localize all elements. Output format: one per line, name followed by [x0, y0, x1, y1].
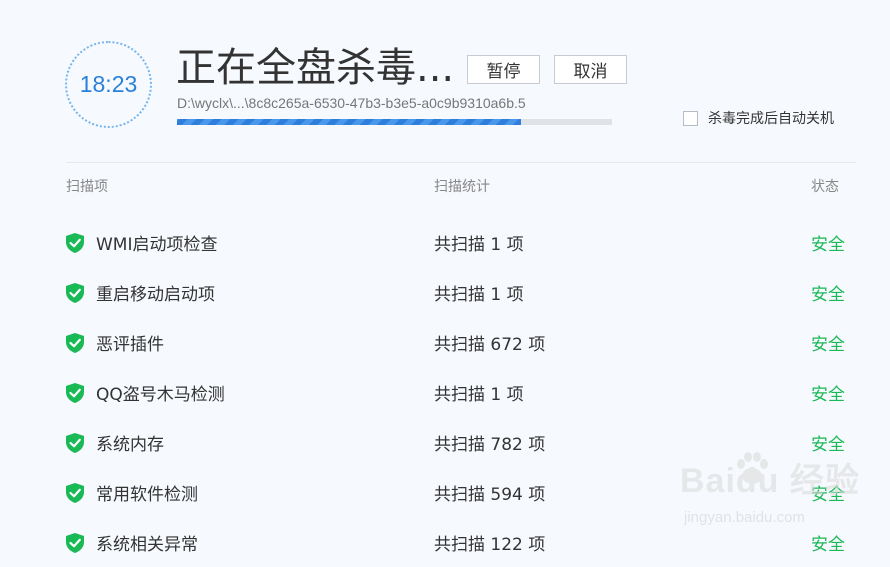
table-row[interactable]: 重启移动启动项 共扫描 1 项 安全 [0, 267, 890, 317]
table-row[interactable]: 系统内存 共扫描 782 项 安全 [0, 417, 890, 467]
table-row[interactable]: 常用软件检测 共扫描 594 项 安全 [0, 467, 890, 517]
cancel-button[interactable]: 取消 [554, 55, 627, 84]
scan-item-stats: 共扫描 1 项 [434, 235, 524, 255]
column-header-stats: 扫描统计 [434, 179, 490, 195]
scan-item-status: 安全 [811, 385, 845, 405]
table-row[interactable]: 系统相关异常 共扫描 122 项 安全 [0, 517, 890, 567]
column-header-status: 状态 [811, 179, 839, 195]
table-row[interactable]: 恶评插件 共扫描 672 项 安全 [0, 317, 890, 367]
scan-item-status: 安全 [811, 335, 845, 355]
pause-button[interactable]: 暂停 [467, 55, 540, 84]
scan-progress-bar [177, 119, 612, 125]
scan-title: 正在全盘杀毒... [176, 45, 455, 91]
timer-ring: 18:23 [65, 41, 152, 128]
scan-item-status: 安全 [811, 535, 845, 555]
shield-check-icon [66, 333, 84, 353]
shield-check-icon [66, 533, 84, 553]
scan-item-stats: 共扫描 594 项 [434, 485, 546, 505]
column-header-item: 扫描项 [66, 179, 108, 195]
scan-item-name: 恶评插件 [96, 335, 164, 355]
table-row[interactable]: WMI启动项检查 共扫描 1 项 安全 [0, 217, 890, 267]
shield-check-icon [66, 283, 84, 303]
scan-item-stats: 共扫描 122 项 [434, 535, 546, 555]
auto-shutdown-option[interactable]: 杀毒完成后自动关机 [683, 108, 834, 128]
header-divider [66, 162, 856, 163]
shield-check-icon [66, 233, 84, 253]
scan-item-name: QQ盗号木马检测 [96, 385, 225, 405]
scan-item-status: 安全 [811, 235, 845, 255]
shield-check-icon [66, 483, 84, 503]
shield-check-icon [66, 433, 84, 453]
scan-item-stats: 共扫描 782 项 [434, 435, 546, 455]
scan-item-name: 系统内存 [96, 435, 164, 455]
elapsed-timer: 18:23 [79, 71, 138, 97]
scan-item-name: 系统相关异常 [96, 535, 198, 555]
scan-items-list[interactable]: WMI启动项检查 共扫描 1 项安全 重启移动启动项 共扫描 1 项安全 恶评插件 共扫描… [0, 217, 890, 567]
scan-item-stats: 共扫描 1 项 [434, 385, 524, 405]
scan-item-stats: 共扫描 672 项 [434, 335, 546, 355]
auto-shutdown-checkbox[interactable] [683, 110, 698, 126]
scan-item-status: 安全 [811, 435, 845, 455]
table-row[interactable]: QQ盗号木马检测 共扫描 1 项 安全 [0, 367, 890, 417]
scan-item-status: 安全 [811, 485, 845, 505]
scan-item-stats: 共扫描 1 项 [434, 285, 524, 305]
current-scan-path: D:\wyclx\...\8c8c265a-6530-47b3-b3e5-a0c… [177, 95, 526, 111]
scan-item-status: 安全 [811, 285, 845, 305]
scan-item-name: 重启移动启动项 [96, 285, 215, 305]
scan-item-name: WMI启动项检查 [96, 235, 218, 255]
scan-progress-fill [177, 119, 521, 125]
auto-shutdown-label: 杀毒完成后自动关机 [708, 111, 834, 127]
scan-item-name: 常用软件检测 [96, 485, 198, 505]
shield-check-icon [66, 383, 84, 403]
